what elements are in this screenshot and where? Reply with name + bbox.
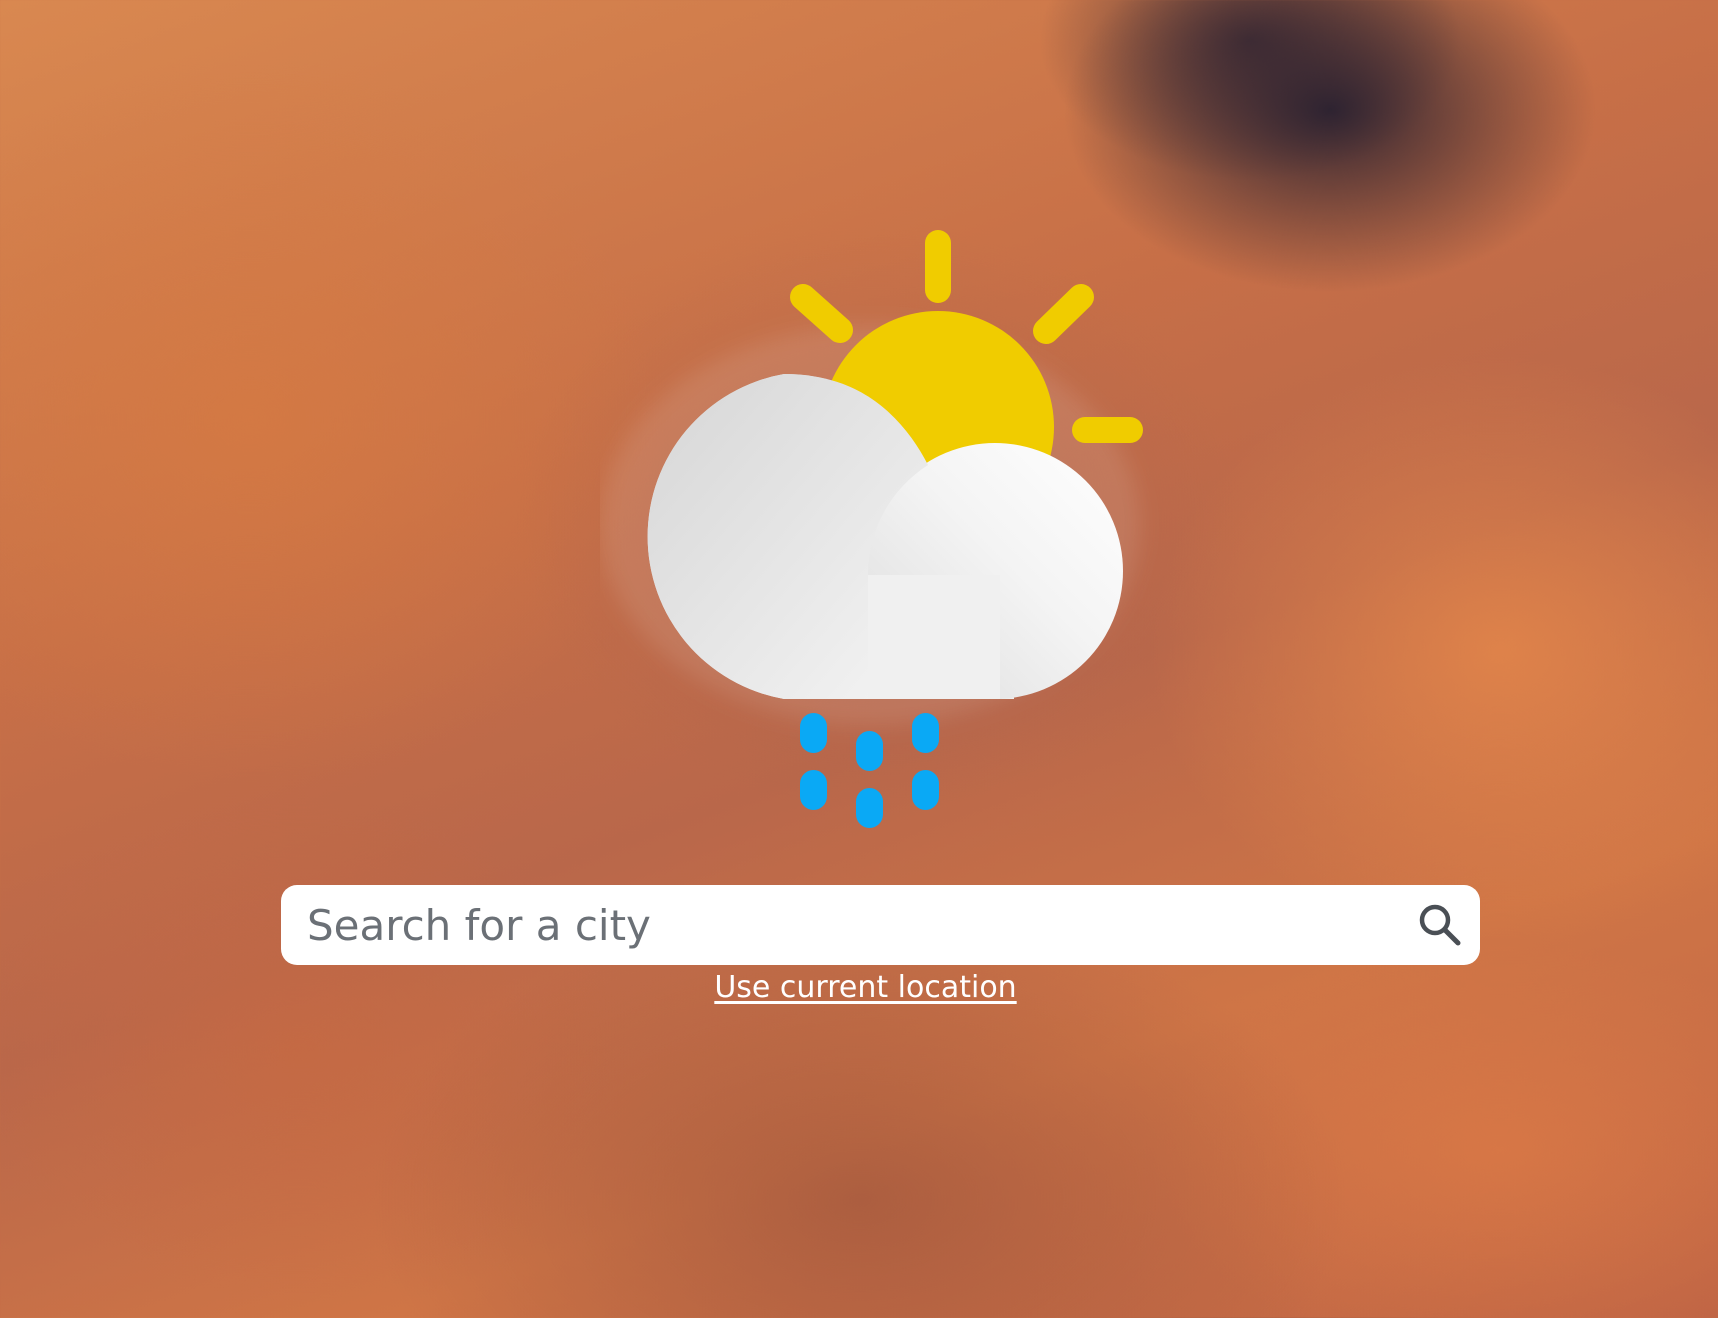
city-search-input[interactable]	[281, 885, 1400, 965]
search-icon	[1419, 904, 1461, 946]
location-link-row: Use current location	[0, 970, 1718, 1005]
search-button[interactable]	[1400, 885, 1480, 965]
use-current-location-link[interactable]: Use current location	[714, 970, 1016, 1005]
city-search-bar	[281, 885, 1480, 965]
partly-cloudy-rain-icon	[600, 230, 1143, 828]
weather-app-page: { "search": { "placeholder": "Search for…	[0, 0, 1718, 1318]
rain-drops	[800, 713, 939, 828]
